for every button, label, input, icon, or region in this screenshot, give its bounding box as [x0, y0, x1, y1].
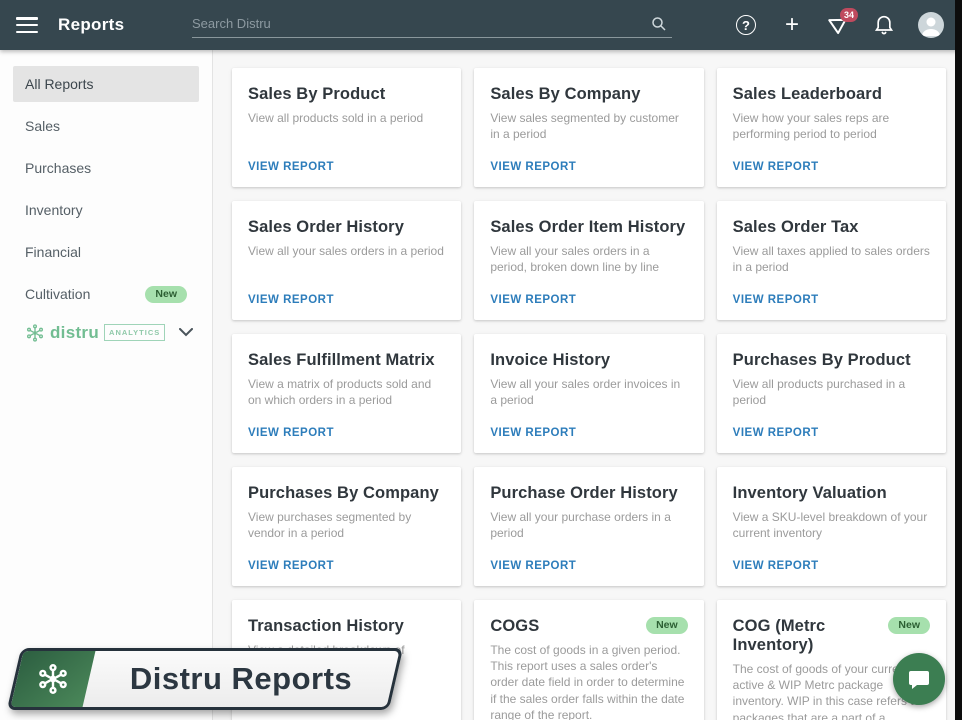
- chat-bubble-icon: [907, 667, 931, 691]
- report-title: Sales Fulfillment Matrix: [248, 351, 435, 370]
- view-report-link[interactable]: VIEW REPORT: [733, 161, 930, 173]
- new-badge: New: [646, 617, 688, 634]
- report-title: Sales Order Tax: [733, 218, 859, 237]
- sidebar-item-all-reports[interactable]: All Reports: [13, 66, 199, 102]
- user-avatar[interactable]: [918, 12, 944, 38]
- sync-status-button[interactable]: 34: [826, 13, 850, 37]
- report-description: View all taxes applied to sales orders i…: [733, 243, 930, 275]
- distru-analytics-logo[interactable]: distru ANALYTICS: [25, 323, 199, 343]
- view-report-link[interactable]: VIEW REPORT: [490, 294, 687, 306]
- report-description: View how your sales reps are performing …: [733, 110, 930, 142]
- page-title: Reports: [58, 15, 124, 35]
- notification-count-badge: 34: [840, 8, 858, 22]
- bell-icon: [874, 14, 894, 36]
- search-icon[interactable]: [650, 15, 668, 33]
- banner-title: Distru Reports: [89, 651, 393, 707]
- sidebar-item-label: All Reports: [25, 76, 93, 92]
- top-bar: Reports ? + 34: [0, 0, 962, 50]
- report-title: Transaction History: [248, 617, 404, 636]
- view-report-link[interactable]: VIEW REPORT: [248, 161, 445, 173]
- sidebar-item-sales[interactable]: Sales: [13, 108, 199, 144]
- reports-grid: Sales By Product View all products sold …: [214, 50, 962, 720]
- report-description: View all products purchased in a period: [733, 376, 930, 408]
- report-card[interactable]: Purchase Order History View all your pur…: [474, 467, 703, 586]
- chat-button[interactable]: [893, 653, 945, 705]
- new-badge: New: [888, 617, 930, 634]
- sidebar-item-label: Cultivation: [25, 286, 90, 302]
- report-title: Inventory Valuation: [733, 484, 887, 503]
- distru-reports-banner: Distru Reports: [7, 648, 403, 710]
- banner-logo-section: [11, 651, 96, 707]
- view-report-link[interactable]: VIEW REPORT: [733, 427, 930, 439]
- sidebar-item-label: Purchases: [25, 160, 91, 176]
- report-card[interactable]: Purchases By Product View all products p…: [717, 334, 946, 453]
- report-description: View all products sold in a period: [248, 110, 445, 126]
- sidebar-item-label: Sales: [25, 118, 60, 134]
- search-bar[interactable]: [192, 10, 672, 38]
- report-card[interactable]: Sales By Company View sales segmented by…: [474, 68, 703, 187]
- view-report-link[interactable]: VIEW REPORT: [490, 560, 687, 572]
- report-card[interactable]: Sales Order Tax View all taxes applied t…: [717, 201, 946, 320]
- view-report-link[interactable]: VIEW REPORT: [733, 560, 930, 572]
- report-card[interactable]: Purchases By Company View purchases segm…: [232, 467, 461, 586]
- report-title: Sales Order History: [248, 218, 404, 237]
- help-button[interactable]: ?: [734, 13, 758, 37]
- menu-icon[interactable]: [16, 17, 38, 33]
- sidebar-item-label: Financial: [25, 244, 81, 260]
- report-description: View purchases segmented by vendor in a …: [248, 509, 445, 541]
- report-description: The cost of goods in a given period. Thi…: [490, 642, 687, 720]
- report-card[interactable]: Invoice History View all your sales orde…: [474, 334, 703, 453]
- report-title: Purchases By Company: [248, 484, 439, 503]
- report-title: Sales Order Item History: [490, 218, 685, 237]
- report-title: COG (Metrc Inventory): [733, 617, 883, 655]
- sidebar-item-cultivation[interactable]: Cultivation New: [13, 276, 199, 313]
- brand-wordmark: distru: [50, 323, 99, 343]
- report-title: Sales Leaderboard: [733, 85, 882, 104]
- view-report-link[interactable]: VIEW REPORT: [733, 294, 930, 306]
- report-card[interactable]: Inventory Valuation View a SKU-level bre…: [717, 467, 946, 586]
- sidebar-item-purchases[interactable]: Purchases: [13, 150, 199, 186]
- screen-edge-strip: [955, 0, 962, 720]
- distru-flower-icon: [36, 662, 70, 696]
- view-report-link[interactable]: VIEW REPORT: [248, 294, 445, 306]
- report-card[interactable]: Sales Order Item History View all your s…: [474, 201, 703, 320]
- plus-icon: +: [785, 13, 799, 37]
- brand-suffix: ANALYTICS: [104, 324, 165, 341]
- report-description: View sales segmented by customer in a pe…: [490, 110, 687, 142]
- report-description: View all your sales orders in a period, …: [490, 243, 687, 275]
- help-icon: ?: [736, 15, 756, 35]
- add-button[interactable]: +: [780, 13, 804, 37]
- view-report-link[interactable]: VIEW REPORT: [490, 161, 687, 173]
- search-input[interactable]: [192, 16, 650, 31]
- report-description: View all your purchase orders in a perio…: [490, 509, 687, 541]
- chevron-down-icon[interactable]: [179, 328, 193, 337]
- report-description: View a matrix of products sold and on wh…: [248, 376, 445, 408]
- report-title: Sales By Product: [248, 85, 385, 104]
- sidebar-item-label: Inventory: [25, 202, 83, 218]
- view-report-link[interactable]: VIEW REPORT: [248, 560, 445, 572]
- report-card[interactable]: Sales Order History View all your sales …: [232, 201, 461, 320]
- report-card[interactable]: Sales Fulfillment Matrix View a matrix o…: [232, 334, 461, 453]
- notifications-button[interactable]: [872, 13, 896, 37]
- report-title: Purchase Order History: [490, 484, 677, 503]
- person-icon: [918, 12, 944, 38]
- report-title: Purchases By Product: [733, 351, 911, 370]
- sidebar-item-financial[interactable]: Financial: [13, 234, 199, 270]
- sidebar: All Reports Sales Purchases Inventory Fi…: [0, 50, 213, 720]
- report-description: View all your sales orders in a period: [248, 243, 445, 259]
- report-title: Sales By Company: [490, 85, 640, 104]
- distru-flower-icon: [25, 323, 45, 343]
- report-title: Invoice History: [490, 351, 610, 370]
- report-description: View a SKU-level breakdown of your curre…: [733, 509, 930, 541]
- report-title: COGS: [490, 617, 539, 636]
- view-report-link[interactable]: VIEW REPORT: [248, 427, 445, 439]
- report-card[interactable]: Sales Leaderboard View how your sales re…: [717, 68, 946, 187]
- sidebar-item-inventory[interactable]: Inventory: [13, 192, 199, 228]
- report-description: View all your sales order invoices in a …: [490, 376, 687, 408]
- report-card[interactable]: Sales By Product View all products sold …: [232, 68, 461, 187]
- report-card[interactable]: COGS New The cost of goods in a given pe…: [474, 600, 703, 720]
- new-badge: New: [145, 286, 187, 303]
- view-report-link[interactable]: VIEW REPORT: [490, 427, 687, 439]
